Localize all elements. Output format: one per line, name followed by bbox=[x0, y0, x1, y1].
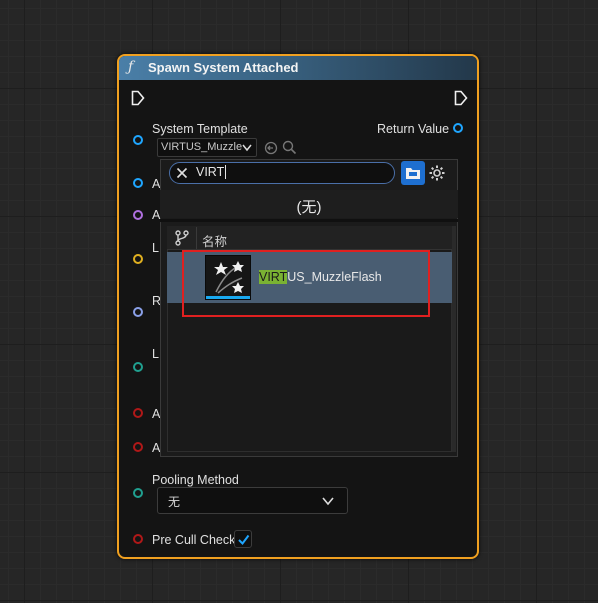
clear-search-icon[interactable] bbox=[176, 167, 188, 179]
input-label-l1: L bbox=[152, 241, 159, 255]
chevron-down-icon bbox=[322, 497, 334, 506]
return-value-pin[interactable] bbox=[453, 123, 463, 133]
node-title: Spawn System Attached bbox=[148, 60, 299, 75]
pre-cull-check-pin[interactable] bbox=[133, 534, 143, 544]
system-template-pin[interactable] bbox=[133, 135, 143, 145]
browse-search-icon[interactable] bbox=[282, 140, 297, 155]
text-caret bbox=[225, 165, 226, 179]
pooling-method-label: Pooling Method bbox=[152, 473, 239, 487]
input-pin-a1[interactable] bbox=[133, 178, 143, 188]
pre-cull-check-checkbox[interactable] bbox=[234, 530, 252, 548]
input-pin-l1[interactable] bbox=[133, 254, 143, 264]
input-label-l2: L bbox=[152, 347, 159, 361]
scrollbar[interactable] bbox=[452, 226, 456, 452]
source-control-icon[interactable] bbox=[174, 230, 190, 246]
system-template-dropdown[interactable]: VIRTUS_Muzzle bbox=[157, 138, 257, 157]
browse-folder-button[interactable] bbox=[401, 161, 425, 185]
input-pin-a4[interactable] bbox=[133, 442, 143, 452]
pooling-method-value: 无 bbox=[168, 495, 181, 509]
none-option[interactable]: (无) bbox=[160, 196, 458, 217]
input-pin-r1[interactable] bbox=[133, 307, 143, 317]
function-icon: ƒ bbox=[128, 59, 134, 75]
annotation-highlight-box bbox=[182, 250, 430, 317]
folder-icon bbox=[406, 168, 420, 179]
system-template-value: VIRTUS_Muzzle bbox=[161, 141, 243, 153]
name-column-header[interactable]: 名称 bbox=[202, 231, 227, 250]
return-value-label: Return Value bbox=[377, 122, 450, 136]
input-pin-a2[interactable] bbox=[133, 210, 143, 220]
settings-gear-icon[interactable] bbox=[428, 164, 446, 182]
input-pin-l2[interactable] bbox=[133, 362, 143, 372]
divider bbox=[160, 219, 458, 222]
system-template-label: System Template bbox=[152, 122, 248, 136]
use-selected-icon[interactable] bbox=[264, 141, 278, 155]
pooling-method-pin[interactable] bbox=[133, 488, 143, 498]
checkmark-icon bbox=[238, 534, 250, 546]
pooling-method-dropdown[interactable]: 无 bbox=[157, 487, 348, 514]
chevron-down-icon bbox=[242, 144, 252, 152]
exec-in-pin-icon[interactable] bbox=[131, 90, 145, 106]
input-pin-a3[interactable] bbox=[133, 408, 143, 418]
exec-out-pin-icon[interactable] bbox=[454, 90, 468, 106]
search-input-value: VIRT bbox=[196, 165, 225, 179]
pre-cull-check-label: Pre Cull Check bbox=[152, 533, 236, 547]
column-divider bbox=[196, 227, 197, 249]
